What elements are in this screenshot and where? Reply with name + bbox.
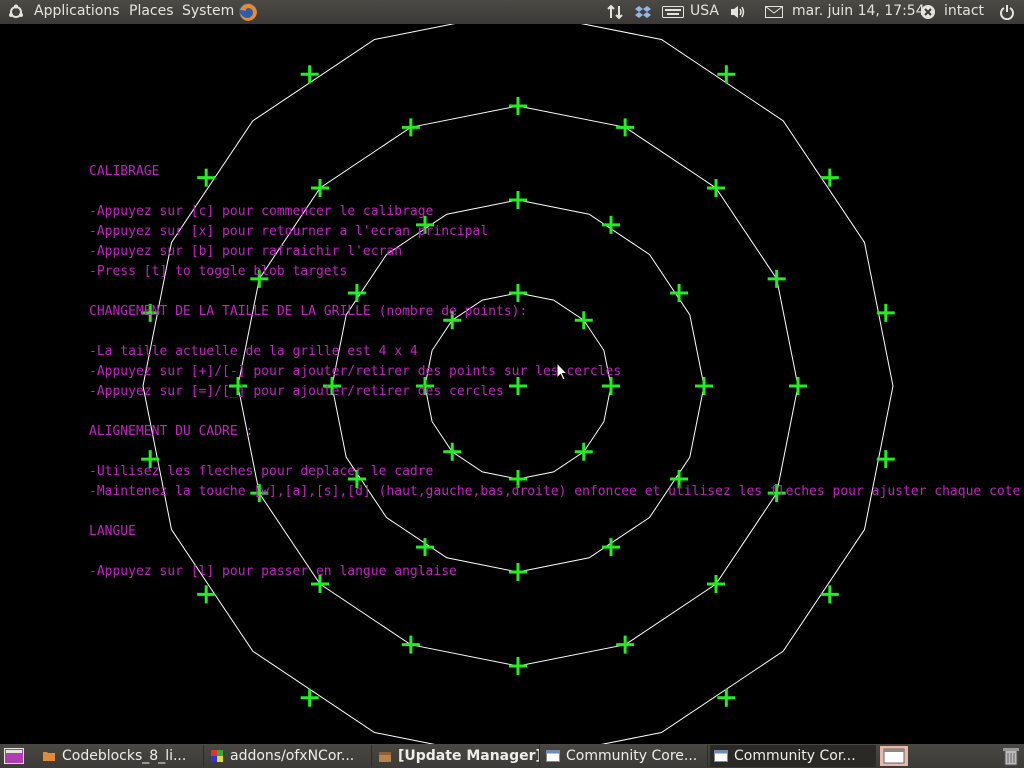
instruction-line: -Utilisez les fleches pour deplacer le c…: [89, 464, 434, 479]
instruction-line: [89, 322, 1020, 342]
network-icon[interactable]: [606, 4, 624, 20]
instruction-line: -Appuyez sur [+]/[-] pour ajouter/retire…: [89, 364, 622, 379]
power-icon[interactable]: [999, 4, 1015, 20]
instruction-line: [89, 542, 1020, 562]
calibration-target: [300, 65, 319, 84]
app-grid-icon: [211, 750, 223, 762]
instruction-line: ALIGNEMENT DU CADRE :: [89, 424, 254, 439]
instruction-line: [89, 442, 1020, 462]
instruction-line: CALIBRAGE: [89, 164, 160, 179]
calibration-target: [509, 97, 527, 115]
calibration-target: [509, 657, 527, 675]
taskbar-button[interactable]: addons/ofxNCor...: [206, 745, 372, 767]
taskbar-button[interactable]: Codeblocks_8_li...: [38, 745, 204, 767]
calibration-target: [616, 118, 635, 137]
calibration-target: [717, 688, 736, 707]
workspace-switcher-icon[interactable]: [880, 746, 908, 766]
dropbox-icon[interactable]: [635, 4, 651, 20]
calibration-target: [401, 118, 420, 137]
ubuntu-logo-icon[interactable]: [8, 4, 24, 20]
instruction-line: CHANGEMENT DE LA TAILLE DE LA GRILLE (no…: [89, 304, 528, 319]
instruction-line: -Appuyez sur [l] pour passer en langue a…: [89, 564, 457, 579]
taskbar-button-label: Community Cor...: [734, 748, 856, 764]
top-panel: Applications Places System USA mar. juin…: [0, 0, 1024, 24]
user-name[interactable]: intact: [944, 3, 984, 19]
calibration-target: [820, 585, 839, 604]
instruction-line: -Press [t] to toggle blob targets: [89, 264, 348, 279]
calibration-target: [401, 635, 420, 654]
package-icon: [379, 752, 391, 762]
mouse-cursor-icon: [556, 362, 568, 381]
trash-icon[interactable]: [1001, 746, 1021, 766]
mail-icon[interactable]: [765, 6, 783, 18]
calibration-target: [616, 635, 635, 654]
applications-menu[interactable]: Applications: [34, 3, 120, 19]
places-menu[interactable]: Places: [129, 3, 174, 19]
taskbar-button-label: Codeblocks_8_li...: [62, 748, 187, 764]
volume-icon[interactable]: [729, 4, 747, 20]
folder-icon: [43, 752, 55, 761]
instruction-line: -La taille actuelle de la grille est 4 x…: [89, 344, 418, 359]
clock[interactable]: mar. juin 14, 17:54: [792, 3, 925, 19]
window-icon: [546, 750, 560, 762]
keyboard-layout-label[interactable]: USA: [690, 3, 719, 19]
instruction-line: -Appuyez sur [b] pour rafraichir l'ecran: [89, 244, 403, 259]
calibration-target: [717, 65, 736, 84]
firefox-icon[interactable]: [237, 1, 259, 23]
instruction-line: LANGUE: [89, 524, 136, 539]
calibration-target: [300, 688, 319, 707]
instruction-line: -Appuyez sur [=]/[_] pour ajouter/retire…: [89, 384, 504, 399]
instruction-line: [89, 502, 1020, 522]
taskbar-button-label: [Update Manager]: [398, 748, 540, 764]
taskbar-button-label: addons/ofxNCor...: [230, 748, 355, 764]
instruction-line: [89, 282, 1020, 302]
calibration-target: [197, 585, 216, 604]
instruction-line: [89, 402, 1020, 422]
user-status-icon[interactable]: [920, 4, 936, 20]
instruction-line: -Appuyez sur [x] pour retourner a l'ecra…: [89, 224, 489, 239]
taskbar-button[interactable]: Community Core...: [542, 745, 708, 767]
window-icon: [714, 750, 728, 762]
instruction-line: -Appuyez sur [c] pour commencer le calib…: [89, 204, 434, 219]
system-menu[interactable]: System: [182, 3, 234, 19]
instruction-line: [89, 182, 1020, 202]
bottom-panel: Codeblocks_8_li... addons/ofxNCor... [Upda…: [0, 744, 1024, 768]
taskbar-button[interactable]: [Update Manager]: [374, 745, 540, 767]
keyboard-icon[interactable]: [662, 6, 684, 18]
taskbar-button-label: Community Core...: [566, 748, 698, 764]
instruction-line: -Maintenez la touche [w],[a],[s],[d] (ha…: [89, 484, 1021, 499]
calibration-instructions: CALIBRAGE -Appuyez sur [c] pour commencer…: [89, 162, 1020, 582]
taskbar-button[interactable]: Community Cor...: [710, 745, 876, 767]
show-desktop-icon[interactable]: [4, 748, 24, 764]
